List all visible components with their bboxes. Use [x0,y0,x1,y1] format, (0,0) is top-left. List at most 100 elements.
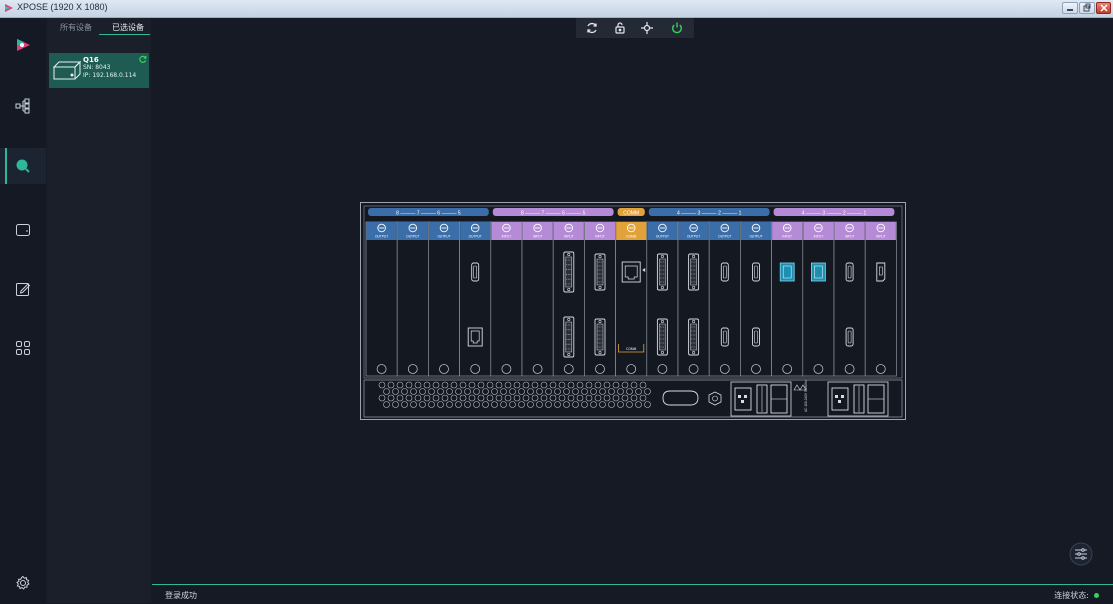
slot-7: INPUT [552,221,585,377]
slot-label: INPUT [502,235,512,239]
slot-label: OUTPUT [375,235,388,239]
slot-body [615,221,648,377]
slot-body [584,221,616,377]
settings-icon[interactable] [15,575,31,591]
adjust-settings-icon[interactable] [1069,542,1093,566]
slot-4: OUTPUT [459,221,492,377]
search-icon [16,159,30,173]
slot-11: OUTPUT [677,221,710,377]
slot-label: OUTPUT [718,235,731,239]
slot-label: INPUT [782,235,792,239]
nav-logo[interactable] [0,27,46,63]
group-label: COMM [623,210,639,216]
slot-body [365,221,398,377]
nav-edit[interactable] [0,271,46,307]
group-label: 8 ——— 7 ——— 6 ——— 5 [396,210,461,216]
group-label: 4 ——— 3 ——— 2 ——— 1 [677,210,742,216]
slot-body [771,221,804,377]
slot-6: INPUT [521,221,554,377]
slot-9: COMM COMM [615,221,648,377]
slot-label: INPUT [533,235,543,239]
slot-body [428,221,460,377]
device-name: Q16 [83,56,99,64]
slot-label: INPUT [845,235,855,239]
device-ip: IP: 192.168.0.114 [83,72,137,79]
slot-label: OUTPUT [656,235,669,239]
status-bar: 登录成功 连接状态: [152,584,1113,604]
slot-2: OUTPUT [396,221,429,377]
slot-body [864,221,897,377]
close-button[interactable] [1096,2,1111,14]
close-icon [1099,4,1108,12]
ac-pin [835,395,838,398]
device-card[interactable]: Q16 SN: 8043 IP: 192.168.0.114 [49,53,149,88]
device-icon [53,60,81,80]
nav-screen[interactable] [0,212,46,248]
slot-3: OUTPUT [428,221,460,377]
minimize-button[interactable] [1062,2,1078,14]
slot-17: INPUT [864,221,897,377]
dvi-port-pins [659,323,666,351]
connection-status-label: 连接状态: [1054,591,1089,600]
power-icon[interactable] [670,21,684,35]
slot-12: OUTPUT [708,221,741,377]
grid-icon [16,341,30,355]
slot-10: OUTPUT [646,221,679,377]
refresh-icon[interactable] [585,21,599,35]
slot-5: INPUT [490,221,523,377]
nav-grid[interactable] [0,330,46,366]
ac-pin [838,400,841,403]
slot-body [833,221,866,377]
slot-label: INPUT [876,235,886,239]
dvi-port-pins [659,258,666,286]
app-icon [5,4,13,12]
slot-14: INPUT [771,221,804,377]
chassis-rear-panel: 8 ——— 7 ——— 6 ——— 5 8 ——— 7 ——— 6 ——— 5 CO… [360,202,906,420]
dvi-port-pins [596,258,604,286]
dvi-port-pins [565,321,573,353]
nav-search[interactable] [0,148,46,184]
screen-icon [16,224,30,236]
slot-label: OUTPUT [749,235,762,239]
ac-pin [741,400,744,403]
top-toolbar [576,18,694,38]
slot-label: OUTPUT [437,235,450,239]
comm-label: COMM [626,347,636,351]
nav-topology[interactable] [0,88,46,124]
slot-label: OUTPUT [406,235,419,239]
slot-label: COMM [626,235,636,239]
ac-pin [841,395,844,398]
dvi-port-pins [565,256,573,288]
slot-label: INPUT [814,235,824,239]
dvi-port-pins [690,258,697,286]
locate-icon[interactable] [640,21,654,35]
device-refresh-icon[interactable] [139,55,147,63]
slot-body [740,221,772,377]
dvi-port-pins [690,323,697,351]
slot-16: INPUT [833,221,866,377]
slot-body [552,221,585,377]
tab-all-devices[interactable]: 所有设备 [60,22,92,33]
slot-body [521,221,554,377]
connection-status-dot [1094,593,1099,598]
slot-label: INPUT [564,235,574,239]
slot-body [646,221,679,377]
tab-selected-devices[interactable]: 已选设备 [112,22,144,33]
left-nav [0,18,46,603]
logo-icon [17,39,30,51]
slot-8: INPUT [584,221,616,377]
dvi-port-pins [596,323,604,351]
slot-body [490,221,523,377]
slot-label: OUTPUT [469,235,482,239]
slot-1: OUTPUT [365,221,398,377]
minimize-icon [1067,9,1073,11]
slot-body [708,221,741,377]
device-tabs: 所有设备 已选设备 [47,18,151,35]
window-titlebar: XPOSE (1920 X 1080) [0,0,1113,18]
slot-body [802,221,835,377]
restore-button[interactable] [1079,2,1095,14]
psu-section [363,379,903,418]
unlock-icon[interactable] [613,21,627,35]
window-title: XPOSE (1920 X 1080) [17,2,108,12]
restore-icon [1083,3,1091,12]
